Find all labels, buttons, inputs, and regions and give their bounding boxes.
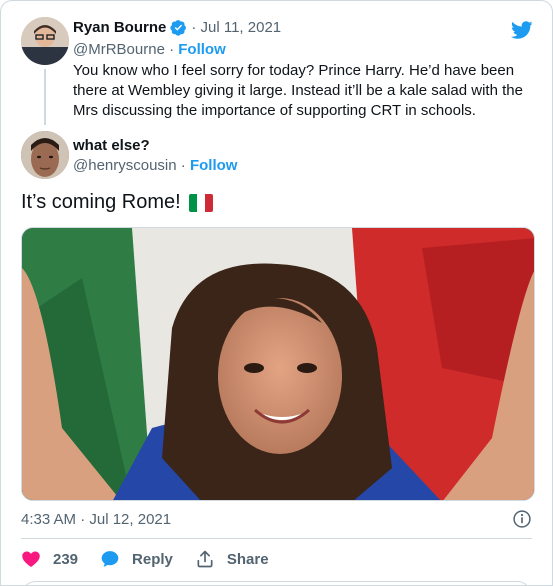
share-button[interactable]: Share <box>195 549 269 569</box>
follow-button-main[interactable]: Follow <box>190 157 238 174</box>
italy-flag-icon <box>188 193 213 212</box>
main-author-name[interactable]: what else? <box>73 137 150 154</box>
twitter-bird-icon[interactable] <box>510 19 534 41</box>
tweet-embed-card: Ryan Bourne · Jul 11, 2021 @MrRBourne · … <box>0 0 553 586</box>
parent-tweet-date[interactable]: · Jul 11, 2021 <box>191 19 281 36</box>
parent-author-name[interactable]: Ryan Bourne <box>73 19 166 36</box>
tweet-photo-image <box>22 228 534 500</box>
reply-button[interactable]: Reply <box>100 549 173 569</box>
like-count: 239 <box>53 550 79 568</box>
main-tweet-timestamp[interactable]: 4:33 AM · Jul 12, 2021 <box>21 511 171 528</box>
follow-button-parent[interactable]: Follow <box>178 41 226 58</box>
info-icon[interactable] <box>512 509 532 529</box>
avatar-henryscousin[interactable] <box>21 131 69 179</box>
main-tweet-text-row: It’s coming Rome! <box>21 191 213 214</box>
main-tweet-text: It’s coming Rome! <box>21 191 181 213</box>
heart-icon <box>22 551 40 567</box>
read-replies-button[interactable] <box>21 581 532 586</box>
verified-badge-icon <box>170 20 187 36</box>
share-label: Share <box>226 550 269 568</box>
parent-tweet-text: You know who I feel sorry for today? Pri… <box>73 62 523 119</box>
avatar-ryan-bourne[interactable] <box>21 17 69 65</box>
parent-separator: · <box>164 41 179 58</box>
reply-bubble-icon <box>101 551 119 567</box>
thread-connector-line <box>44 69 46 125</box>
tweet-photo[interactable] <box>21 227 535 501</box>
action-divider <box>21 538 532 539</box>
like-button[interactable]: 239 <box>21 549 78 569</box>
share-upload-icon <box>197 550 213 568</box>
parent-handle[interactable]: @MrRBourne <box>73 41 165 58</box>
reply-label: Reply <box>132 550 173 568</box>
main-handle-row: @henryscousin · Follow <box>73 157 237 174</box>
parent-author-row: Ryan Bourne · Jul 11, 2021 <box>73 19 281 36</box>
main-author-row: what else? <box>73 137 150 154</box>
main-separator: · <box>176 157 190 174</box>
main-handle[interactable]: @henryscousin <box>73 157 177 174</box>
action-bar: 239 Reply Share <box>21 549 291 569</box>
parent-handle-row: @MrRBourne · Follow <box>73 41 226 58</box>
